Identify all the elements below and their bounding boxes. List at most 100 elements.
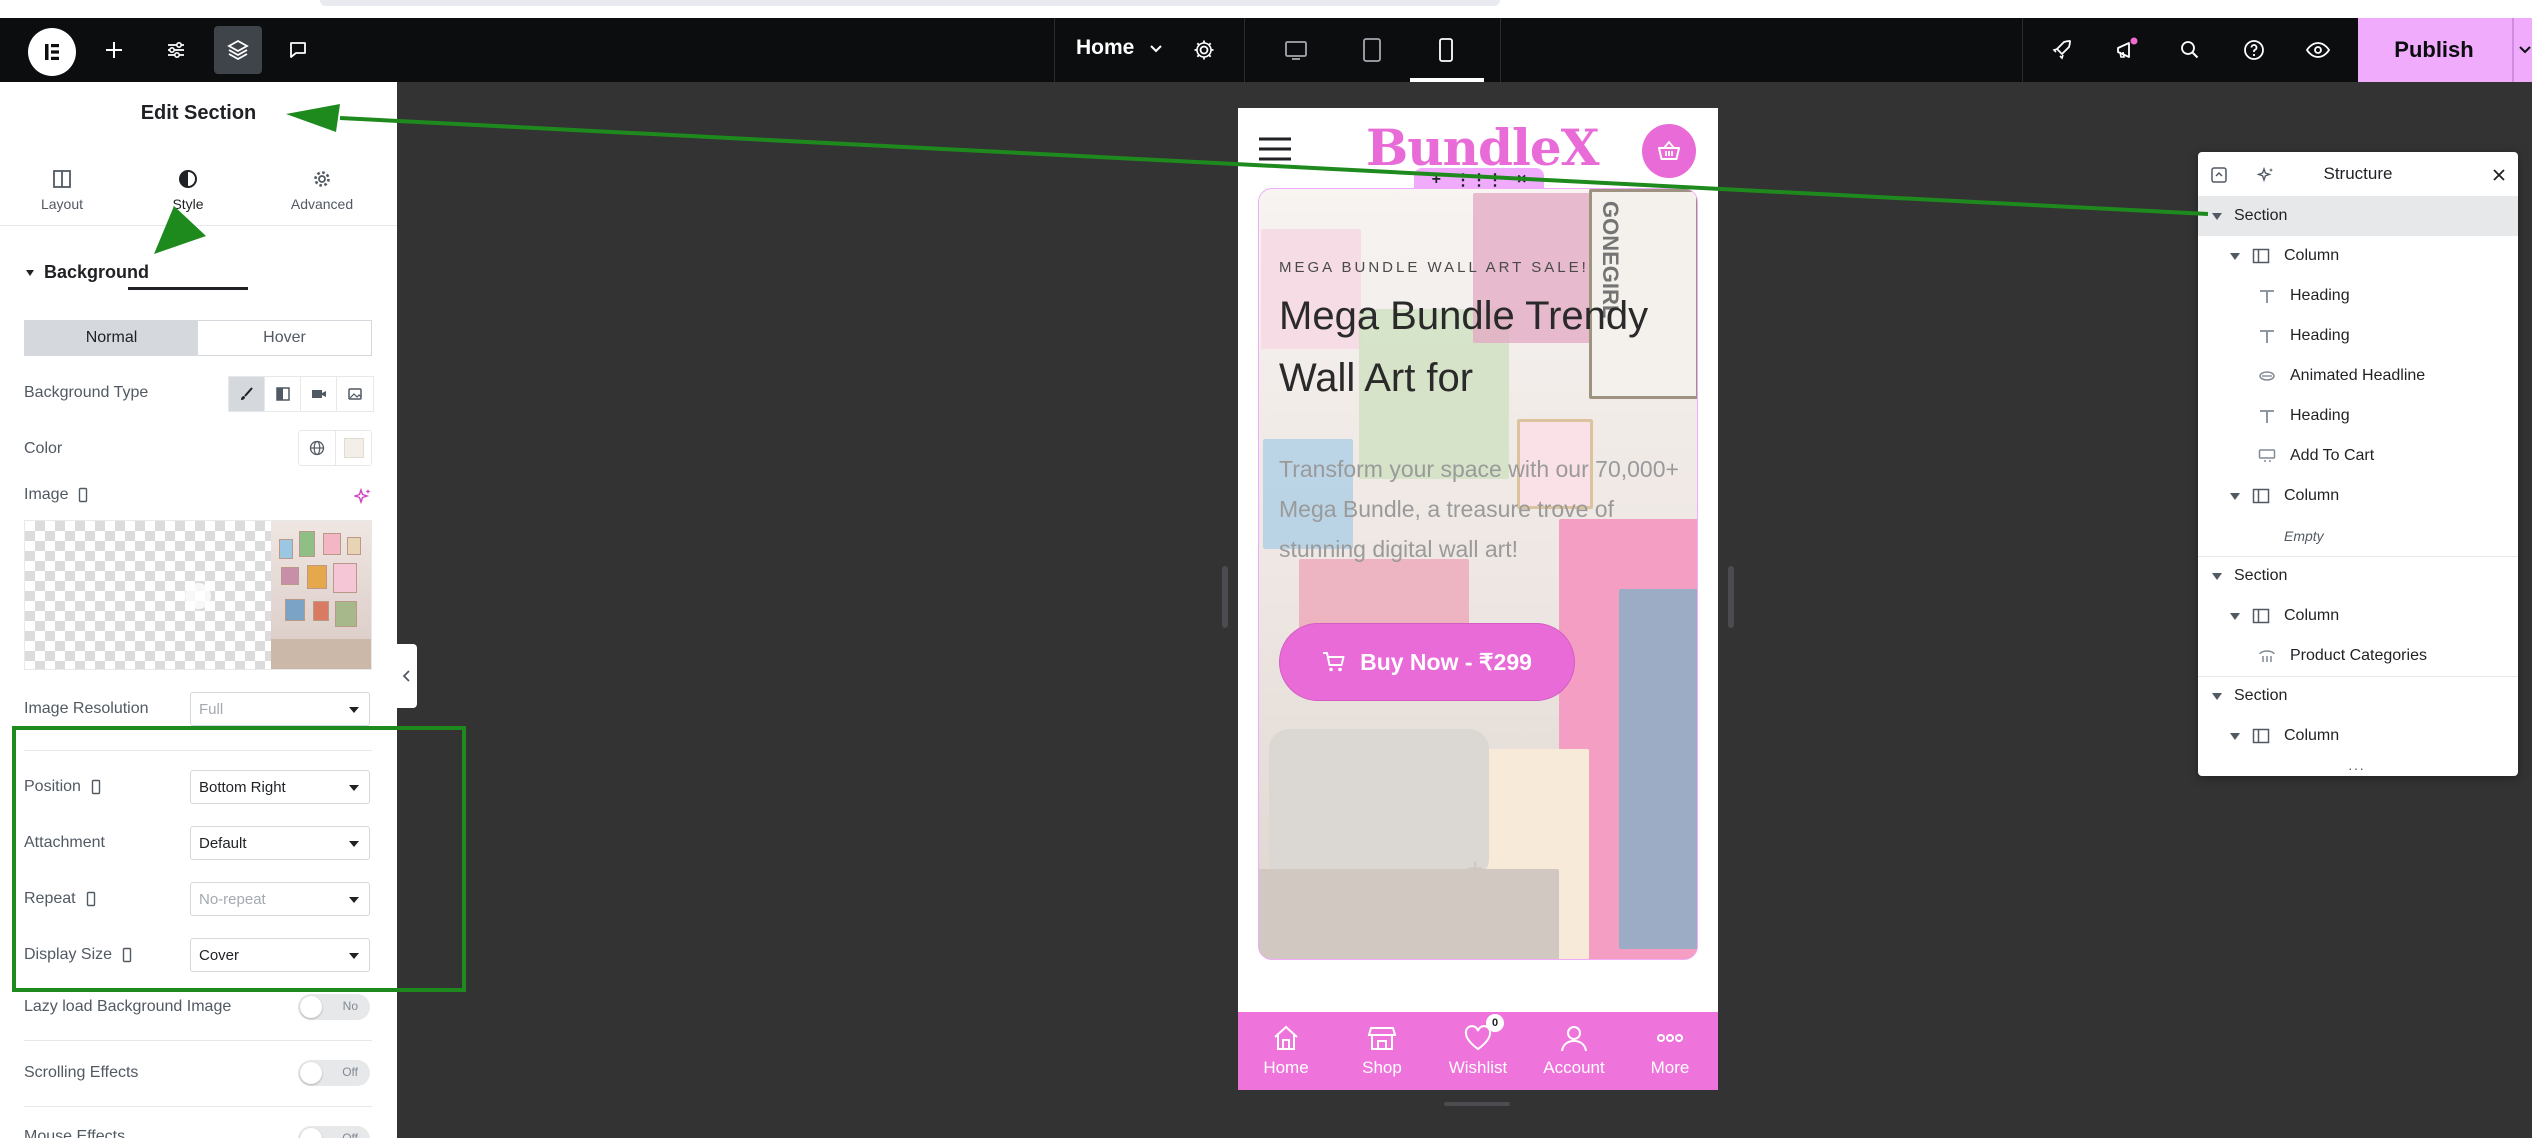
ai-sparkle-icon[interactable] — [354, 488, 372, 506]
thumb-frame — [279, 539, 293, 559]
thumb-frame — [281, 567, 299, 585]
background-gradient-button[interactable] — [265, 377, 301, 411]
color-picker-button[interactable] — [335, 431, 371, 465]
nav-home[interactable]: Home — [1238, 1012, 1334, 1090]
delete-image-icon[interactable] — [185, 583, 211, 609]
collapse-panel-button[interactable] — [397, 644, 417, 708]
nav-more[interactable]: More — [1622, 1012, 1718, 1090]
mobile-icon — [86, 891, 95, 907]
structure-button[interactable] — [214, 26, 262, 74]
background-video-button[interactable] — [301, 377, 337, 411]
resize-handle-left[interactable] — [1222, 566, 1228, 628]
caret-down-icon[interactable] — [2230, 492, 2240, 500]
column-icon — [2252, 488, 2270, 504]
structure-row-column[interactable]: Column — [2198, 236, 2518, 276]
help-button[interactable] — [2230, 26, 2278, 74]
tablet-view-button[interactable] — [1348, 26, 1396, 74]
buy-now-button[interactable]: Buy Now - ₹299 — [1279, 623, 1575, 701]
editor-panel: Edit Section Layout Style Advanced Backg… — [0, 82, 397, 1138]
position-select[interactable]: Bottom Right — [190, 770, 370, 804]
mobile-view-button[interactable] — [1422, 26, 1470, 74]
add-element-icon[interactable]: + — [1467, 853, 1483, 885]
structure-row-empty[interactable]: Empty — [2198, 516, 2518, 556]
background-section-toggle[interactable]: Background — [24, 262, 149, 283]
hero-section[interactable]: GONEGIRL MEGA BUNDLE WALL ART SALE! Mega… — [1258, 188, 1698, 960]
image-resolution-select[interactable]: Full — [190, 692, 370, 726]
nav-label: Shop — [1362, 1058, 1402, 1077]
desktop-view-button[interactable] — [1272, 26, 1320, 74]
caret-down-icon[interactable] — [2212, 212, 2222, 220]
chevron-down-icon[interactable] — [2518, 40, 2532, 60]
resize-handle-bottom[interactable] — [1444, 1102, 1510, 1106]
close-icon[interactable] — [2492, 168, 2506, 182]
finder-button[interactable] — [2166, 26, 2214, 74]
resize-dots-icon[interactable]: ··· — [2348, 760, 2365, 776]
background-slideshow-button[interactable] — [337, 377, 373, 411]
wishlist-count-badge: 0 — [1486, 1014, 1504, 1032]
global-colors-button[interactable] — [299, 431, 335, 465]
hero-kicker: MEGA BUNDLE WALL ART SALE! — [1279, 259, 1589, 276]
structure-row-section[interactable]: Section — [2198, 196, 2518, 236]
comments-button[interactable] — [274, 26, 322, 74]
attachment-select[interactable]: Default — [190, 826, 370, 860]
caret-down-icon[interactable] — [2230, 732, 2240, 740]
structure-row-column[interactable]: Column — [2198, 476, 2518, 516]
site-settings-button[interactable] — [152, 26, 200, 74]
tab-layout[interactable]: Layout — [2, 154, 122, 226]
caret-down-icon[interactable] — [2230, 252, 2240, 260]
caret-down-icon[interactable] — [2230, 612, 2240, 620]
structure-row-heading[interactable]: Heading — [2198, 316, 2518, 356]
background-classic-button[interactable] — [229, 377, 265, 411]
select-value: No-repeat — [199, 890, 266, 908]
caret-down-icon[interactable] — [2212, 692, 2222, 700]
tab-hover[interactable]: Hover — [198, 321, 371, 355]
page-selector[interactable]: Home — [1076, 36, 1164, 60]
caret-down-icon[interactable] — [2212, 572, 2222, 580]
divider — [1500, 18, 1501, 82]
page-settings-button[interactable] — [1180, 26, 1228, 74]
mouse-effects-toggle[interactable]: Off — [298, 1126, 370, 1138]
tab-advanced[interactable]: Advanced — [262, 154, 382, 226]
publish-button[interactable]: Publish — [2358, 18, 2532, 82]
repeat-select[interactable]: No-repeat — [190, 882, 370, 916]
nav-account[interactable]: Account — [1526, 1012, 1622, 1090]
site-launch-button[interactable] — [2038, 26, 2086, 74]
resize-handle-right[interactable] — [1728, 566, 1734, 628]
toggle-state: Off — [342, 1131, 358, 1138]
nav-shop[interactable]: Shop — [1334, 1012, 1430, 1090]
structure-row-section[interactable]: Section — [2198, 676, 2518, 716]
add-element-button[interactable] — [90, 26, 138, 74]
drag-handle-icon[interactable]: ⋮⋮⋮ — [1455, 170, 1503, 190]
layout-icon — [53, 170, 71, 188]
nav-wishlist[interactable]: Wishlist 0 — [1430, 1012, 1526, 1090]
display-size-select[interactable]: Cover — [190, 938, 370, 972]
lazy-load-toggle[interactable]: No — [298, 994, 370, 1020]
image-resolution-label: Image Resolution — [24, 700, 149, 717]
image-picker[interactable] — [24, 520, 372, 670]
structure-row-heading[interactable]: Heading — [2198, 396, 2518, 436]
structure-row-categories[interactable]: Product Categories — [2198, 636, 2518, 676]
add-section-icon[interactable]: + — [1432, 171, 1441, 189]
mobile-icon — [1439, 38, 1453, 62]
tab-normal[interactable]: Normal — [25, 321, 198, 355]
preview-button[interactable] — [2294, 26, 2342, 74]
hamburger-menu-icon[interactable] — [1258, 136, 1292, 162]
cart-button[interactable] — [1642, 124, 1696, 178]
toggle-state: No — [342, 999, 358, 1013]
state-tabs: Normal Hover — [24, 320, 372, 356]
structure-row-column[interactable]: Column — [2198, 716, 2518, 756]
structure-row-animated[interactable]: Animated Headline — [2198, 356, 2518, 396]
structure-row-section[interactable]: Section — [2198, 556, 2518, 596]
structure-row-cart[interactable]: Add To Cart — [2198, 436, 2518, 476]
elementor-logo-button[interactable] — [28, 28, 76, 76]
mobile-icon — [79, 487, 88, 503]
structure-row-heading[interactable]: Heading — [2198, 276, 2518, 316]
notifications-button[interactable] — [2102, 26, 2150, 74]
structure-row-column[interactable]: Column — [2198, 596, 2518, 636]
structure-row-label: Animated Headline — [2290, 367, 2426, 384]
shop-icon — [1367, 1027, 1397, 1050]
delete-section-icon[interactable]: × — [1517, 171, 1526, 189]
tab-style[interactable]: Style — [128, 154, 248, 226]
scrolling-effects-toggle[interactable]: Off — [298, 1060, 370, 1086]
layers-icon — [227, 39, 249, 61]
